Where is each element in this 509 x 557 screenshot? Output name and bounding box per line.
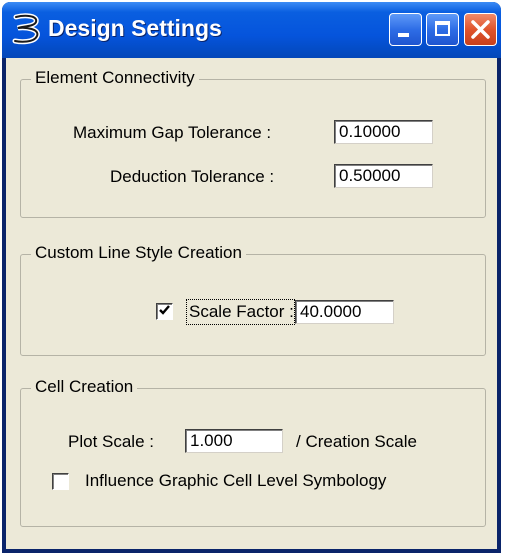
microstation-b-icon [12,13,40,45]
maximize-icon [435,21,450,36]
element-connectivity-group: Element Connectivity Maximum Gap Toleran… [20,68,486,218]
dialog-client-area: Element Connectivity Maximum Gap Toleran… [6,58,497,549]
element-connectivity-legend: Element Connectivity [31,68,199,88]
plot-scale-field[interactable] [185,429,283,453]
scale-factor-checkbox[interactable] [156,303,173,320]
deduction-tolerance-label: Deduction Tolerance : [110,167,275,186]
maximize-button[interactable] [426,13,459,46]
max-gap-tolerance-field[interactable] [334,120,433,144]
checkmark-icon [159,305,170,315]
creation-scale-label: / Creation Scale [296,432,417,451]
deduction-tolerance-field[interactable] [334,164,433,188]
custom-line-style-group: Custom Line Style Creation Scale Factor … [20,243,486,356]
plot-scale-label: Plot Scale : [68,432,154,451]
design-settings-window: Design Settings Element Connectivity Max… [2,2,501,553]
custom-line-style-legend: Custom Line Style Creation [31,243,246,263]
minimize-icon [398,33,409,37]
influence-symbology-checkbox[interactable] [52,473,69,490]
window-title: Design Settings [48,15,222,41]
influence-symbology-label[interactable]: Influence Graphic Cell Level Symbology [85,471,386,491]
scale-factor-label[interactable]: Scale Factor : [189,302,294,322]
close-button[interactable] [464,13,497,46]
close-icon [471,20,490,39]
title-bar[interactable]: Design Settings [2,2,501,58]
scale-factor-field[interactable] [295,300,394,324]
cell-creation-legend: Cell Creation [31,377,138,397]
cell-creation-group: Cell Creation Plot Scale : / Creation Sc… [20,377,486,527]
max-gap-tolerance-label: Maximum Gap Tolerance : [73,123,272,142]
minimize-button[interactable] [389,13,422,46]
